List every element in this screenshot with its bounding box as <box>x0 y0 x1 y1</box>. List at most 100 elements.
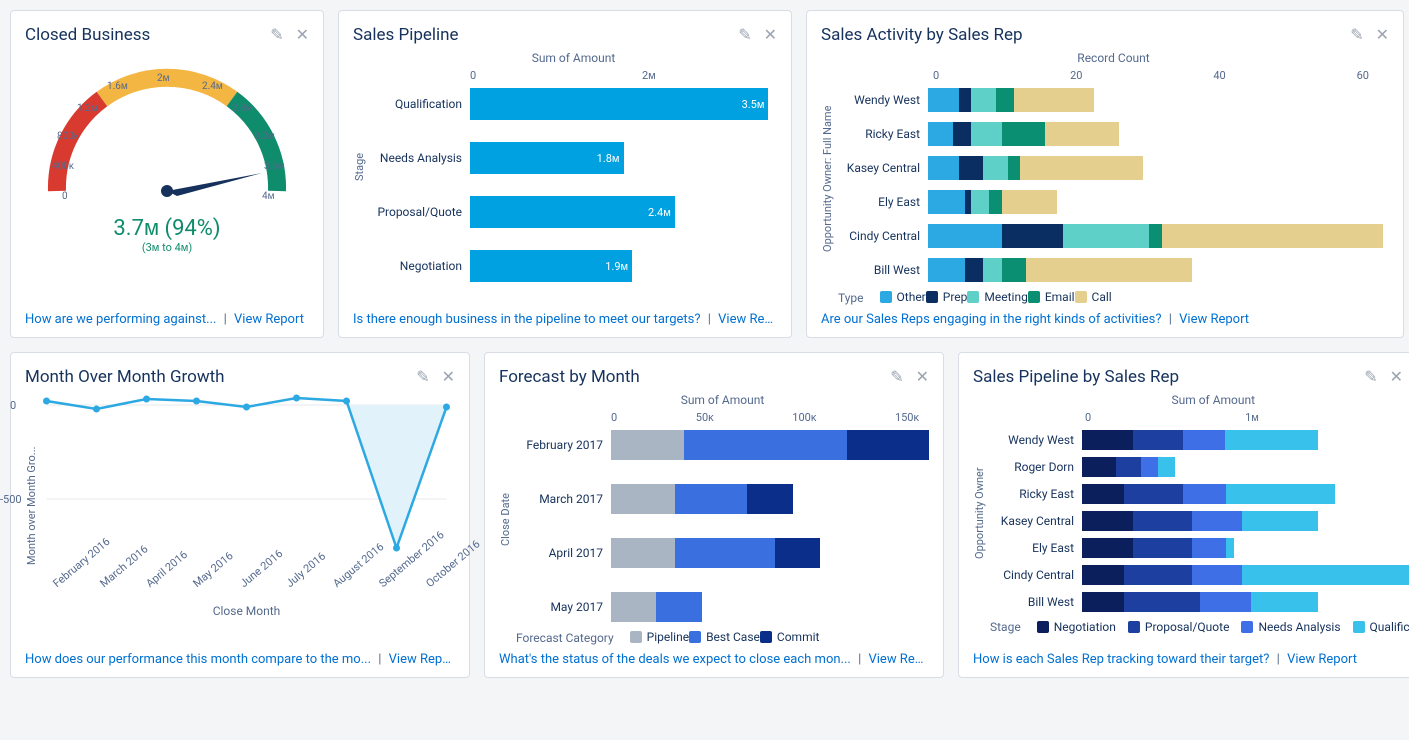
bar-segment[interactable] <box>983 258 1001 282</box>
bar-segment[interactable] <box>1116 457 1141 477</box>
bar-segment[interactable] <box>971 190 989 214</box>
bar-segment[interactable] <box>1192 565 1243 585</box>
bar-segment[interactable] <box>971 122 1002 146</box>
bar-segment[interactable] <box>684 430 848 460</box>
close-icon[interactable]: ✕ <box>764 25 777 44</box>
bar-segment[interactable] <box>1158 457 1175 477</box>
view-report-link[interactable]: View Report <box>389 652 455 667</box>
legend-item[interactable]: Other <box>880 290 926 304</box>
bar-segment[interactable] <box>1082 511 1133 531</box>
close-icon[interactable]: ✕ <box>442 367 455 386</box>
bar-segment[interactable]: 2.4ᴍ <box>470 196 675 228</box>
bar-segment[interactable] <box>1026 258 1192 282</box>
bar-segment[interactable]: 1.8ᴍ <box>470 142 624 174</box>
bar-segment[interactable] <box>1124 565 1192 585</box>
bar-segment[interactable] <box>1226 538 1234 558</box>
legend-item[interactable]: Prep <box>926 290 968 304</box>
bar-segment[interactable] <box>1082 592 1124 612</box>
legend-item[interactable]: Pipeline <box>630 630 689 644</box>
bar-segment[interactable] <box>1192 511 1243 531</box>
bar-segment[interactable] <box>983 156 1008 180</box>
bar-segment[interactable] <box>1192 538 1226 558</box>
bar-segment[interactable] <box>1162 224 1383 248</box>
bar-segment[interactable] <box>1226 484 1336 504</box>
legend-item[interactable]: Negotiation <box>1037 620 1116 634</box>
bar-segment[interactable] <box>1002 190 1057 214</box>
edit-icon[interactable]: ✎ <box>890 367 903 386</box>
bar-segment[interactable] <box>1014 88 1094 112</box>
footer-question-link[interactable]: How does our performance this month comp… <box>25 652 371 667</box>
bar-segment[interactable] <box>611 538 675 568</box>
bar-segment[interactable] <box>1082 538 1133 558</box>
bar-segment[interactable] <box>1183 484 1225 504</box>
bar-segment[interactable] <box>847 430 929 460</box>
bar-segment[interactable] <box>1008 156 1020 180</box>
legend-item[interactable]: Email <box>1028 290 1075 304</box>
bar-segment[interactable] <box>1242 511 1318 531</box>
bar-segment[interactable] <box>959 88 971 112</box>
bar-segment[interactable] <box>611 484 675 514</box>
bar-segment[interactable] <box>1133 511 1192 531</box>
view-report-link[interactable]: View Report <box>234 312 304 327</box>
footer-question-link[interactable]: Is there enough business in the pipeline… <box>353 312 701 327</box>
legend-item[interactable]: Qualification <box>1353 620 1409 634</box>
bar-segment[interactable] <box>928 156 959 180</box>
bar-segment[interactable] <box>1063 224 1149 248</box>
bar-segment[interactable] <box>611 430 684 460</box>
close-icon[interactable]: ✕ <box>916 367 929 386</box>
bar-segment[interactable] <box>1149 224 1161 248</box>
view-report-link[interactable]: View Report <box>868 652 929 667</box>
bar-segment[interactable]: 3.5ᴍ <box>470 88 768 120</box>
bar-segment[interactable] <box>1082 484 1124 504</box>
footer-question-link[interactable]: What's the status of the deals we expect… <box>499 652 851 667</box>
legend-item[interactable]: Best Case <box>689 630 760 644</box>
bar-segment[interactable] <box>656 592 701 622</box>
legend-item[interactable]: Commit <box>760 630 820 644</box>
legend-item[interactable]: Needs Analysis <box>1241 620 1340 634</box>
bar-segment[interactable] <box>1133 538 1192 558</box>
close-icon[interactable]: ✕ <box>1376 25 1389 44</box>
view-report-link[interactable]: View Report <box>1179 312 1249 327</box>
bar-segment[interactable] <box>1082 430 1133 450</box>
edit-icon[interactable]: ✎ <box>270 25 283 44</box>
bar-segment[interactable] <box>1002 122 1045 146</box>
edit-icon[interactable]: ✎ <box>416 367 429 386</box>
bar-segment[interactable] <box>928 258 965 282</box>
bar-segment[interactable] <box>611 592 656 622</box>
edit-icon[interactable]: ✎ <box>1350 25 1363 44</box>
bar-segment[interactable] <box>996 88 1014 112</box>
bar-segment[interactable] <box>1002 258 1027 282</box>
bar-segment[interactable] <box>1082 565 1124 585</box>
footer-question-link[interactable]: How are we performing against... <box>25 312 216 327</box>
bar-segment[interactable] <box>1251 592 1319 612</box>
bar-segment[interactable] <box>1020 156 1143 180</box>
legend-item[interactable]: Meeting <box>967 290 1027 304</box>
bar-segment[interactable] <box>1124 592 1200 612</box>
view-report-link[interactable]: View Report <box>1287 652 1357 667</box>
close-icon[interactable]: ✕ <box>1390 367 1403 386</box>
edit-icon[interactable]: ✎ <box>738 25 751 44</box>
bar-segment[interactable] <box>1133 430 1184 450</box>
bar-segment[interactable] <box>928 190 965 214</box>
bar-segment[interactable] <box>965 258 983 282</box>
legend-item[interactable]: Proposal/Quote <box>1128 620 1230 634</box>
view-report-link[interactable]: View Report <box>718 312 777 327</box>
bar-segment[interactable] <box>1045 122 1119 146</box>
bar-segment[interactable] <box>675 538 775 568</box>
close-icon[interactable]: ✕ <box>296 25 309 44</box>
bar-segment[interactable] <box>1242 565 1409 585</box>
bar-segment[interactable] <box>775 538 820 568</box>
bar-segment[interactable] <box>989 190 1001 214</box>
bar-segment[interactable] <box>1124 484 1183 504</box>
bar-segment[interactable] <box>1082 457 1116 477</box>
bar-segment[interactable] <box>953 122 971 146</box>
bar-segment[interactable] <box>1183 430 1225 450</box>
bar-segment[interactable] <box>1225 430 1318 450</box>
bar-segment[interactable] <box>1002 224 1063 248</box>
bar-segment[interactable] <box>928 122 953 146</box>
legend-item[interactable]: Call <box>1075 290 1112 304</box>
bar-segment[interactable] <box>971 88 996 112</box>
bar-segment[interactable]: 1.9ᴍ <box>470 250 632 282</box>
bar-segment[interactable] <box>928 224 1002 248</box>
bar-segment[interactable] <box>1200 592 1251 612</box>
